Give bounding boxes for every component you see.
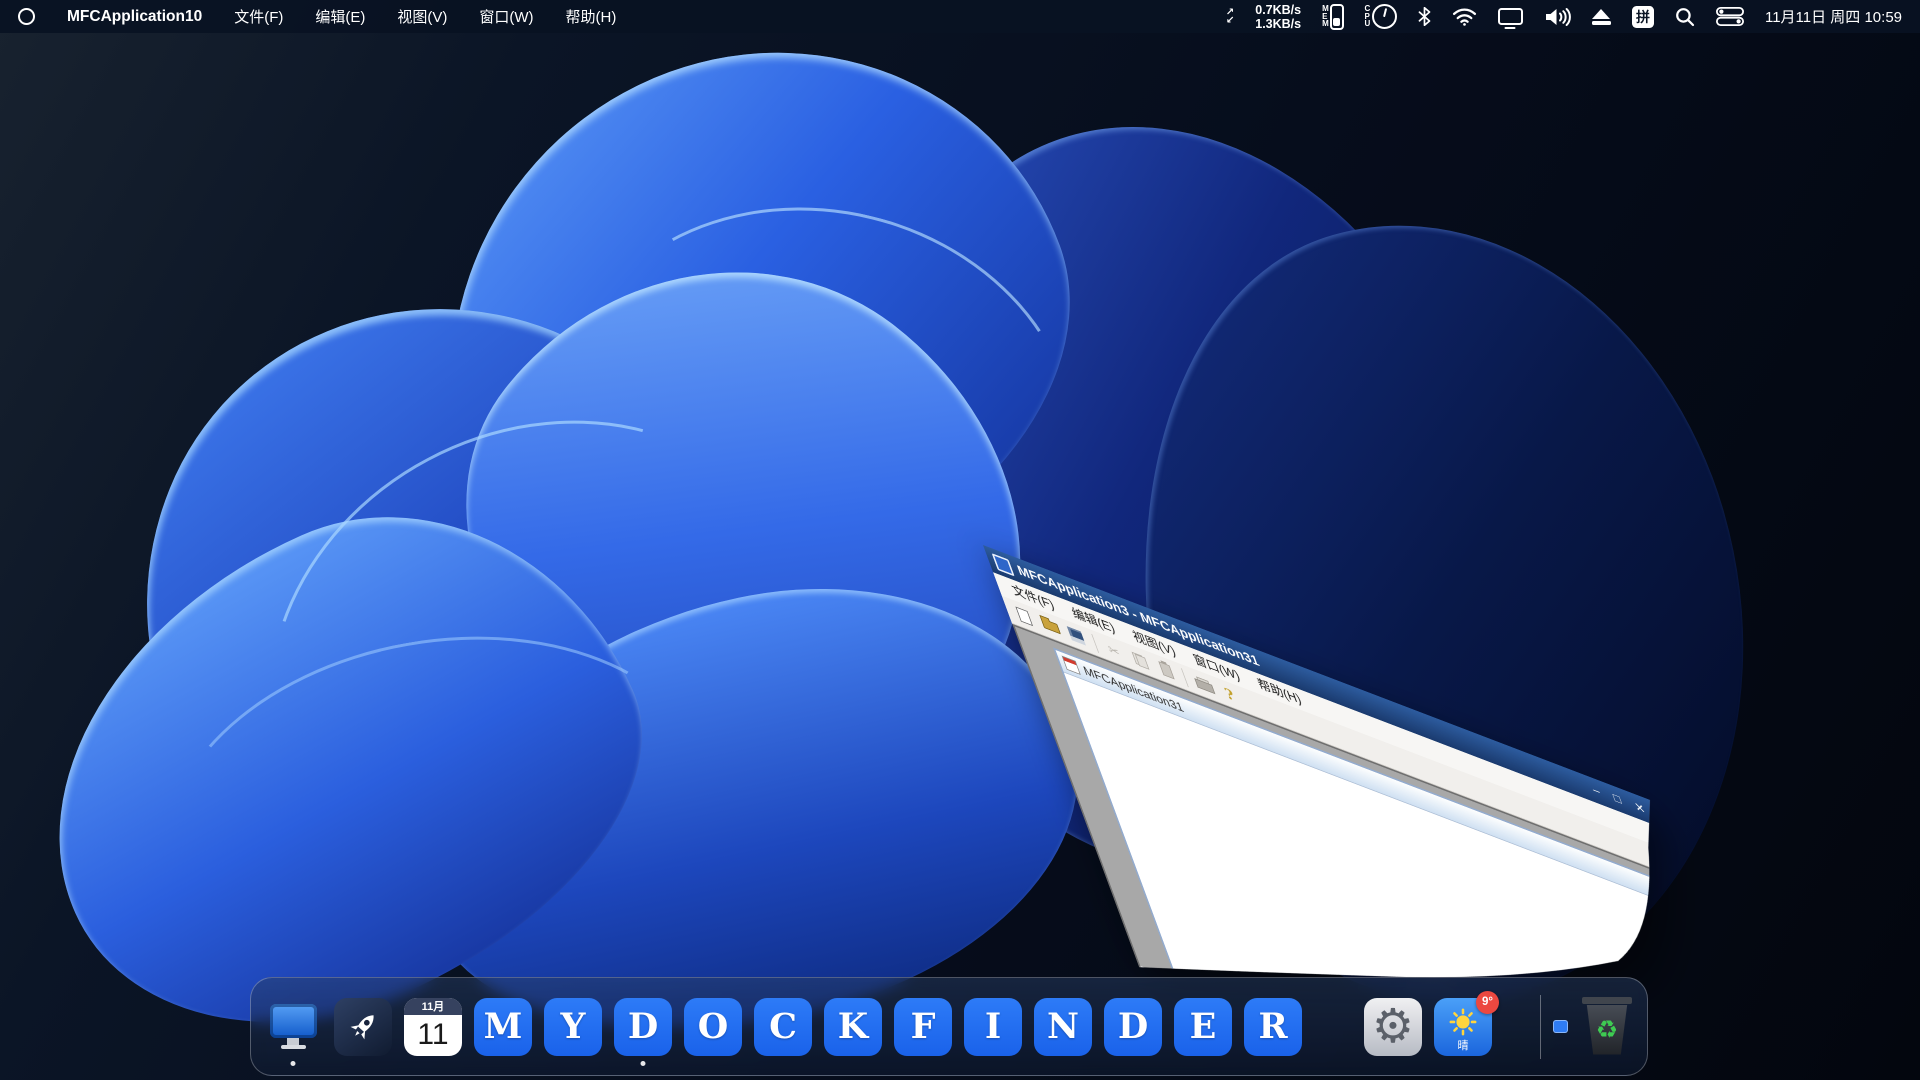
- running-indicator-dot: [641, 1061, 646, 1066]
- minimized-window-thumbnail[interactable]: [1553, 1020, 1568, 1033]
- active-app-name[interactable]: MFCApplication10: [67, 8, 202, 26]
- close-button[interactable]: ✕: [1632, 799, 1647, 817]
- letter-glyph: Y: [561, 1006, 586, 1047]
- running-indicator-dot: [291, 1061, 296, 1066]
- menubar-item-edit[interactable]: 编辑(E): [315, 6, 365, 27]
- letter-glyph: E: [1190, 1006, 1217, 1047]
- letter-glyph: M: [484, 1006, 523, 1047]
- volume-icon[interactable]: [1544, 7, 1571, 27]
- trash-rim: [1582, 997, 1632, 1004]
- calendar-month-header: 11月: [404, 998, 462, 1015]
- eject-triangle: [1592, 9, 1610, 19]
- eject-icon[interactable]: [1592, 9, 1611, 25]
- display-mirroring-icon[interactable]: [1498, 8, 1523, 25]
- print-icon: [1193, 675, 1213, 693]
- help-question-icon: ?: [1222, 684, 1237, 705]
- mfc-document-icon: [1062, 656, 1081, 675]
- network-speed-indicator[interactable]: 0.7KB/s 1.3KB/s: [1255, 3, 1301, 31]
- dock-item-settings[interactable]: ⚙: [1364, 998, 1422, 1056]
- dock-item-calendar[interactable]: 11月 11: [404, 998, 462, 1056]
- gear-icon: ⚙: [1372, 1003, 1414, 1050]
- paste-clipboard-icon: [1158, 661, 1174, 679]
- dock-item-letter-o[interactable]: O: [684, 998, 742, 1056]
- dock-separator: [1540, 995, 1541, 1059]
- monitor-screen: [270, 1004, 317, 1038]
- dock-item-letter-y[interactable]: Y: [544, 998, 602, 1056]
- menu-bar: MFCApplication10 文件(F) 编辑(E) 视图(V) 窗口(W)…: [0, 0, 1920, 33]
- toolbar-separator: [1091, 633, 1099, 652]
- temperature-badge: 9°: [1476, 991, 1499, 1014]
- download-speed: 1.3KB/s: [1255, 17, 1301, 31]
- eject-bar: [1592, 21, 1611, 25]
- trash-bin-icon: ♻: [1584, 1005, 1630, 1055]
- letter-glyph: F: [911, 1006, 936, 1047]
- cut-scissors-icon: ✂: [1106, 641, 1122, 658]
- letter-glyph: C: [769, 1006, 797, 1047]
- letter-glyph: R: [1258, 1006, 1287, 1047]
- open-folder-icon: [1040, 617, 1061, 634]
- dock-item-letter-n[interactable]: N: [1034, 998, 1092, 1056]
- monitor-stand: [287, 1038, 299, 1045]
- cpu-status[interactable]: CPU: [1365, 4, 1397, 29]
- arrow-down-icon: ↙: [1226, 17, 1234, 25]
- dock-item-weather[interactable]: 晴 9°: [1434, 998, 1492, 1056]
- dock-item-letter-d2[interactable]: D: [1104, 998, 1162, 1056]
- dock-item-letter-k[interactable]: K: [824, 998, 882, 1056]
- copy-icon: [1131, 651, 1149, 669]
- dock-item-letter-m[interactable]: M: [474, 998, 532, 1056]
- menubar-item-view[interactable]: 视图(V): [397, 6, 447, 27]
- letter-glyph: O: [698, 1006, 729, 1047]
- input-method-pinyin-icon[interactable]: 拼: [1632, 6, 1654, 28]
- menubar-item-file[interactable]: 文件(F): [234, 6, 283, 27]
- recycle-symbol-icon: ♻: [1596, 1017, 1618, 1042]
- letter-glyph: D: [628, 1006, 658, 1047]
- cpu-gauge-icon: [1372, 4, 1397, 29]
- dock-item-launchpad[interactable]: [334, 998, 392, 1056]
- toolbar-separator: [1181, 668, 1189, 687]
- dock-item-letter-r[interactable]: R: [1244, 998, 1302, 1056]
- control-center-icon[interactable]: [1716, 7, 1744, 26]
- letter-glyph: I: [985, 1006, 1001, 1047]
- new-document-icon: [1015, 606, 1033, 626]
- wifi-icon[interactable]: [1452, 7, 1477, 26]
- maximize-button[interactable]: □: [1611, 791, 1623, 808]
- search-icon[interactable]: [1675, 7, 1695, 27]
- bluetooth-icon[interactable]: [1418, 7, 1431, 26]
- weather-condition-label: 晴: [1434, 1037, 1492, 1053]
- calendar-day-number: 11: [404, 1015, 462, 1056]
- monitor-base: [281, 1045, 306, 1049]
- sun-icon: [1445, 1007, 1481, 1039]
- minimize-button[interactable]: –: [1591, 783, 1603, 800]
- letter-glyph: K: [838, 1006, 868, 1047]
- desktop-screen: MFCApplication3 - MFCApplication31 – □ ✕…: [0, 0, 1920, 1080]
- dock-item-letter-c[interactable]: C: [754, 998, 812, 1056]
- menubar-clock[interactable]: 11月11日 周四 10:59: [1765, 6, 1902, 27]
- mem-label: MEM: [1322, 5, 1326, 28]
- rocket-icon: [345, 1009, 381, 1045]
- network-traffic-arrows-icon[interactable]: ↗ ↙: [1226, 9, 1234, 25]
- menubar-status-area: ↗ ↙ 0.7KB/s 1.3KB/s MEM CPU: [1226, 3, 1902, 31]
- dock: 11月 11 M Y D O C K F I N D E R ⚙ 晴 9° ♻: [250, 977, 1648, 1076]
- dock-item-finder[interactable]: [264, 998, 322, 1056]
- system-menu-circle-icon[interactable]: [18, 8, 35, 25]
- dock-item-trash[interactable]: ♻: [1580, 997, 1634, 1057]
- cpu-label: CPU: [1365, 5, 1369, 28]
- upload-speed: 0.7KB/s: [1255, 3, 1301, 17]
- memory-status[interactable]: MEM: [1322, 4, 1343, 30]
- menubar-item-window[interactable]: 窗口(W): [479, 6, 533, 27]
- save-floppy-icon: [1067, 626, 1086, 645]
- dock-item-letter-f[interactable]: F: [894, 998, 952, 1056]
- letter-glyph: D: [1118, 1006, 1148, 1047]
- dock-item-letter-e[interactable]: E: [1174, 998, 1232, 1056]
- dock-item-letter-i[interactable]: I: [964, 998, 1022, 1056]
- menubar-item-help[interactable]: 帮助(H): [566, 6, 617, 27]
- letter-glyph: N: [1047, 1006, 1079, 1047]
- memory-gauge-icon: [1330, 4, 1344, 30]
- finder-monitor-icon: [270, 1004, 317, 1049]
- dock-item-letter-d1[interactable]: D: [614, 998, 672, 1056]
- menubar-left: MFCApplication10 文件(F) 编辑(E) 视图(V) 窗口(W)…: [18, 6, 616, 27]
